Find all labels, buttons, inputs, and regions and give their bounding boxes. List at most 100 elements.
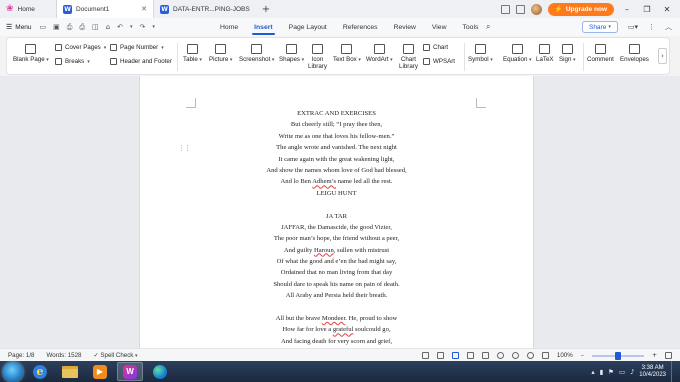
clock[interactable]: 3:38 AM 10/4/2023 xyxy=(639,365,666,379)
comment-button[interactable]: Comment xyxy=(587,44,614,63)
taskbar-wps[interactable]: W xyxy=(117,362,143,381)
page-number-button[interactable]: Page Number ▾ xyxy=(110,44,164,51)
screenshot-button[interactable]: Screenshot ▾ xyxy=(239,44,274,64)
show-desktop-button[interactable] xyxy=(671,361,676,382)
ribbon-scroll-right-icon[interactable]: › xyxy=(658,48,667,64)
wpsart-button[interactable]: WPSArt xyxy=(423,58,455,65)
volume-icon[interactable]: ♪ xyxy=(630,368,634,376)
taskbar-ie[interactable]: e xyxy=(27,362,53,381)
tab-ribbon-view[interactable]: View xyxy=(424,18,455,36)
new-tab-button[interactable]: + xyxy=(258,4,274,15)
zoom-level[interactable]: 100% xyxy=(557,352,573,359)
icon-library-button[interactable]: Icon Library xyxy=(308,44,327,70)
header-footer-button[interactable]: Header and Footer xyxy=(110,58,172,65)
spell-check-button[interactable]: ✓ Spell Check ▾ xyxy=(93,352,137,359)
shapes-button[interactable]: Shapes ▾ xyxy=(279,44,304,64)
spelling-error-mark[interactable]: Adhem’s xyxy=(312,178,336,185)
sign-button[interactable]: Sign ▾ xyxy=(559,44,576,64)
tab-home[interactable]: ❀ Home xyxy=(0,0,56,18)
zoom-in-icon[interactable]: + xyxy=(652,352,657,359)
spelling-error-mark[interactable]: grateful xyxy=(333,326,354,333)
symbol-button[interactable]: Symbol ▾ xyxy=(468,44,493,64)
comment-thread-icon[interactable]: ▭▾ xyxy=(628,23,638,31)
tab-ribbon-review[interactable]: Review xyxy=(386,18,424,36)
undo-dropdown-icon[interactable]: ▾ xyxy=(130,24,133,30)
taskbar-media-player[interactable]: ▶ xyxy=(87,362,113,381)
zoom-slider[interactable] xyxy=(591,351,644,360)
tab-ribbon-insert[interactable]: Insert xyxy=(246,18,281,36)
picture-button[interactable]: Picture ▾ xyxy=(209,44,232,64)
display-icon[interactable]: ▭ xyxy=(619,368,625,376)
more-options-icon[interactable]: ⋮ xyxy=(648,23,655,31)
minimize-icon[interactable]: – xyxy=(620,5,634,14)
document-check-icon[interactable] xyxy=(421,352,429,359)
format-painter-icon[interactable]: ⌂ xyxy=(106,23,110,31)
tab-data-entry[interactable]: W DATA-ENTR...PING-JOBS xyxy=(154,0,258,18)
tab-ribbon-references[interactable]: References xyxy=(335,18,386,36)
window-layout-icon[interactable] xyxy=(500,4,510,14)
envelopes-button[interactable]: Envelopes xyxy=(620,44,649,63)
wordart-button[interactable]: WordArt ▾ xyxy=(366,44,393,64)
hamburger-icon: ☰ xyxy=(6,23,13,31)
taskbar-explorer[interactable] xyxy=(57,362,83,381)
customize-icon[interactable]: ▾ xyxy=(152,24,155,30)
equation-button[interactable]: Equation ▾ xyxy=(503,44,532,64)
tab-ribbon-page-layout[interactable]: Page Layout xyxy=(281,18,335,36)
table-button[interactable]: Table ▾ xyxy=(183,44,202,64)
spelling-error-mark[interactable]: Haroun xyxy=(314,247,334,254)
chart-library-button[interactable]: Chart Library xyxy=(399,44,418,70)
collapse-ribbon-icon[interactable]: ︿ xyxy=(665,22,672,32)
latex-button[interactable]: LaTeX xyxy=(536,44,554,63)
tab-ribbon-home[interactable]: Home xyxy=(212,18,246,36)
breaks-label: Breaks xyxy=(65,58,85,65)
tray-expand-icon[interactable]: ▴ xyxy=(591,368,594,376)
web-layout-icon[interactable] xyxy=(466,352,474,359)
breaks-button[interactable]: Breaks ▾ xyxy=(55,58,90,65)
start-button[interactable] xyxy=(3,361,23,382)
zoom-slider-knob[interactable] xyxy=(614,351,621,360)
document-page[interactable]: EXTRAC AND EXERCISES But cheerly still; … xyxy=(139,76,534,348)
document-body[interactable]: EXTRAC AND EXERCISES But cheerly still; … xyxy=(140,108,533,347)
main-menu-button[interactable]: ☰ Menu xyxy=(0,23,38,31)
document-area[interactable]: EXTRAC AND EXERCISES But cheerly still; … xyxy=(0,76,680,348)
eye-protection-icon[interactable] xyxy=(526,352,534,359)
export-pdf-icon[interactable]: ⎙ xyxy=(67,23,73,32)
zoom-out-icon[interactable]: – xyxy=(581,352,584,359)
new-doc-icon[interactable]: ▭ xyxy=(40,23,47,31)
undo-icon[interactable]: ↶ xyxy=(117,23,123,31)
paragraph-drag-handle-icon[interactable]: ⋮⋮ xyxy=(178,144,191,152)
taskbar-edge[interactable] xyxy=(147,362,173,381)
full-screen-icon[interactable] xyxy=(665,352,672,359)
globe-icon[interactable] xyxy=(511,352,519,359)
flag-icon[interactable]: ⚑ xyxy=(608,368,614,376)
pen-icon xyxy=(561,44,573,54)
share-button[interactable]: Share ▾ xyxy=(581,21,618,33)
save-icon[interactable]: ▣ xyxy=(53,23,60,31)
page-count[interactable]: Page: 1/8 xyxy=(8,352,35,359)
workspace-icon[interactable] xyxy=(515,4,525,14)
cover-pages-button[interactable]: Cover Pages ▾ xyxy=(55,44,106,51)
upgrade-button[interactable]: ⚡ Upgrade now xyxy=(547,2,614,16)
chart-button[interactable]: Chart xyxy=(423,44,448,51)
avatar[interactable] xyxy=(530,3,542,15)
close-tab-icon[interactable]: ✕ xyxy=(141,5,147,13)
page-view-icon[interactable] xyxy=(451,352,459,359)
fit-page-icon[interactable] xyxy=(541,352,549,359)
text-box-button[interactable]: Text Box ▾ xyxy=(333,44,361,64)
tab-ribbon-tools[interactable]: Tools xyxy=(455,18,487,36)
tab-document1[interactable]: W Document1 ✕ xyxy=(56,0,154,18)
word-count[interactable]: Words: 1528 xyxy=(47,352,82,359)
blank-page-button[interactable]: Blank Page ▾ xyxy=(13,44,49,64)
redo-icon[interactable]: ↷ xyxy=(139,23,145,31)
print-icon[interactable]: ⎙ xyxy=(79,23,85,32)
restore-icon[interactable]: ❐ xyxy=(640,5,654,14)
chevron-down-icon: ▾ xyxy=(571,57,576,63)
close-icon[interactable]: ✕ xyxy=(660,5,674,14)
search-icon[interactable]: ⌕ xyxy=(486,22,490,32)
protect-icon[interactable] xyxy=(436,352,444,359)
network-icon[interactable]: ▮ xyxy=(600,368,604,376)
play-icon[interactable] xyxy=(496,352,504,359)
outline-icon[interactable] xyxy=(481,352,489,359)
print-preview-icon[interactable]: ◫ xyxy=(92,23,99,31)
spelling-error-mark[interactable]: Mondeer xyxy=(322,315,345,322)
